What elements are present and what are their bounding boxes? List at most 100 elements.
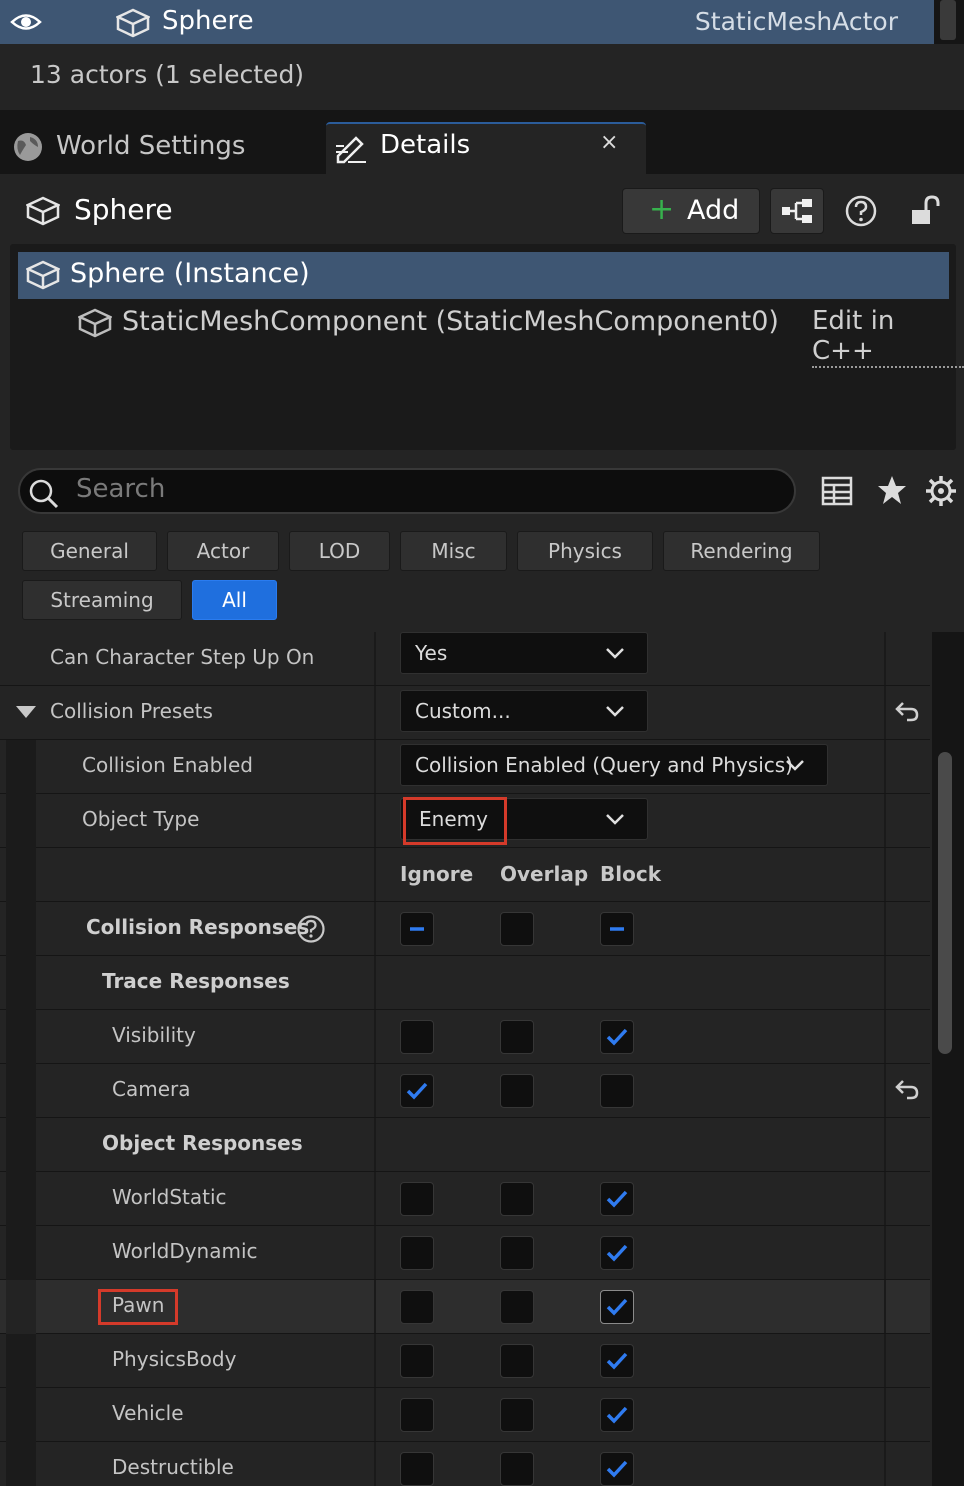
block-checkbox[interactable] bbox=[600, 1290, 634, 1324]
search-input[interactable]: Search bbox=[18, 468, 796, 514]
ignore-checkbox[interactable] bbox=[400, 1182, 434, 1216]
tab-world-settings[interactable]: World Settings bbox=[0, 120, 320, 174]
outliner-actor-name: Sphere bbox=[162, 6, 254, 36]
overlap-all-checkbox[interactable] bbox=[500, 912, 534, 946]
star-icon[interactable] bbox=[876, 474, 908, 506]
block-checkbox[interactable] bbox=[600, 1452, 634, 1486]
gear-icon[interactable] bbox=[924, 474, 958, 508]
chevron-down-icon bbox=[606, 648, 624, 659]
dropdown-value: Collision Enabled (Query and Physics) bbox=[415, 753, 793, 777]
details-actor-name: Sphere bbox=[74, 193, 173, 226]
overlap-checkbox[interactable] bbox=[500, 1020, 534, 1054]
trace-channel-row-visibility: Visibility bbox=[0, 1010, 930, 1064]
help-icon[interactable] bbox=[296, 914, 326, 944]
property-label: Object Type bbox=[82, 807, 200, 831]
overlap-checkbox[interactable] bbox=[500, 1398, 534, 1432]
search-icon bbox=[28, 478, 60, 510]
block-checkbox[interactable] bbox=[600, 1020, 634, 1054]
property-scrollbar-thumb[interactable] bbox=[938, 752, 952, 1054]
help-icon[interactable] bbox=[844, 194, 878, 228]
expand-arrow-icon[interactable] bbox=[16, 706, 36, 720]
trace-channel-row-camera: Camera bbox=[0, 1064, 930, 1118]
dropdown-value: Custom... bbox=[415, 699, 511, 723]
collision-presets-dropdown[interactable]: Custom... bbox=[400, 690, 648, 732]
tab-world-settings-label: World Settings bbox=[56, 131, 246, 161]
reset-to-default-icon[interactable] bbox=[894, 700, 920, 722]
channel-label: Visibility bbox=[112, 1023, 196, 1047]
object-channel-row-pawn: Pawn bbox=[0, 1280, 930, 1334]
add-button-label: Add bbox=[687, 195, 740, 226]
channel-label: Vehicle bbox=[112, 1401, 184, 1425]
checkmark-icon bbox=[406, 1082, 428, 1100]
section-label: Trace Responses bbox=[102, 969, 290, 993]
checkmark-icon bbox=[606, 1244, 628, 1262]
ignore-checkbox[interactable] bbox=[400, 1290, 434, 1324]
checkmark-icon bbox=[606, 1190, 628, 1208]
overlap-checkbox[interactable] bbox=[500, 1344, 534, 1378]
block-all-checkbox[interactable] bbox=[600, 912, 634, 946]
overlap-checkbox[interactable] bbox=[500, 1452, 534, 1486]
property-row-collision-presets: Collision Presets Custom... bbox=[0, 686, 930, 740]
ignore-checkbox[interactable] bbox=[400, 1398, 434, 1432]
ignore-checkbox[interactable] bbox=[400, 1074, 434, 1108]
property-row-can-step-up: Can Character Step Up On Yes bbox=[0, 632, 930, 686]
overlap-checkbox[interactable] bbox=[500, 1290, 534, 1324]
property-grid: Can Character Step Up On Yes Collision P… bbox=[0, 632, 930, 1486]
filter-physics[interactable]: Physics bbox=[517, 531, 653, 571]
chevron-down-icon bbox=[606, 706, 624, 717]
ignore-all-checkbox[interactable] bbox=[400, 912, 434, 946]
collision-enabled-dropdown[interactable]: Collision Enabled (Query and Physics) bbox=[400, 744, 828, 786]
highlight-box bbox=[403, 797, 507, 845]
component-child-label[interactable]: StaticMeshComponent (StaticMeshComponent… bbox=[122, 306, 779, 337]
column-overlap: Overlap bbox=[500, 862, 589, 886]
property-row-collision-enabled: Collision Enabled Collision Enabled (Que… bbox=[0, 740, 930, 794]
ignore-checkbox[interactable] bbox=[400, 1020, 434, 1054]
eye-icon[interactable] bbox=[10, 9, 42, 35]
block-checkbox[interactable] bbox=[600, 1236, 634, 1270]
can-step-up-dropdown[interactable]: Yes bbox=[400, 632, 648, 674]
outliner-selected-row[interactable]: Sphere StaticMeshActor bbox=[0, 0, 934, 44]
block-checkbox[interactable] bbox=[600, 1398, 634, 1432]
mixed-state-icon bbox=[410, 927, 424, 931]
filter-all[interactable]: All bbox=[192, 580, 277, 620]
outliner-scrollbar[interactable] bbox=[940, 0, 956, 40]
property-label: Collision Enabled bbox=[82, 753, 253, 777]
object-channel-row-vehicle: Vehicle bbox=[0, 1388, 930, 1442]
checkmark-icon bbox=[606, 1028, 628, 1046]
section-trace-responses: Trace Responses bbox=[0, 956, 930, 1010]
chevron-down-icon bbox=[786, 760, 804, 771]
property-label: Can Character Step Up On bbox=[50, 645, 315, 669]
filter-general[interactable]: General bbox=[22, 531, 157, 571]
block-checkbox[interactable] bbox=[600, 1074, 634, 1108]
edit-pencil-icon bbox=[334, 132, 368, 164]
tab-details-label: Details bbox=[380, 130, 471, 160]
overlap-checkbox[interactable] bbox=[500, 1182, 534, 1216]
ignore-checkbox[interactable] bbox=[400, 1236, 434, 1270]
filter-streaming[interactable]: Streaming bbox=[22, 580, 182, 620]
ignore-checkbox[interactable] bbox=[400, 1452, 434, 1486]
column-ignore: Ignore bbox=[400, 862, 474, 886]
ignore-checkbox[interactable] bbox=[400, 1344, 434, 1378]
reset-to-default-icon[interactable] bbox=[894, 1078, 920, 1100]
property-matrix-icon[interactable] bbox=[820, 474, 854, 508]
close-icon[interactable]: × bbox=[600, 130, 618, 155]
block-checkbox[interactable] bbox=[600, 1182, 634, 1216]
static-mesh-icon bbox=[26, 196, 60, 226]
overlap-checkbox[interactable] bbox=[500, 1074, 534, 1108]
add-component-button[interactable]: + Add bbox=[622, 188, 760, 234]
component-root-row[interactable]: Sphere (Instance) bbox=[18, 252, 949, 299]
edit-in-cpp-link[interactable]: Edit in C++ bbox=[812, 306, 964, 368]
checkmark-icon bbox=[606, 1406, 628, 1424]
block-checkbox[interactable] bbox=[600, 1344, 634, 1378]
property-label: Collision Responses bbox=[86, 915, 310, 939]
outliner-footer: 13 actors (1 selected) bbox=[0, 44, 964, 110]
object-channel-row-worldstatic: WorldStatic bbox=[0, 1172, 930, 1226]
blueprint-button[interactable] bbox=[770, 188, 824, 234]
filter-misc[interactable]: Misc bbox=[400, 531, 507, 571]
filter-rendering[interactable]: Rendering bbox=[663, 531, 820, 571]
tab-details[interactable]: Details × bbox=[326, 122, 646, 174]
filter-actor[interactable]: Actor bbox=[167, 531, 279, 571]
filter-lod[interactable]: LOD bbox=[289, 531, 390, 571]
overlap-checkbox[interactable] bbox=[500, 1236, 534, 1270]
unlock-icon[interactable] bbox=[908, 194, 944, 228]
